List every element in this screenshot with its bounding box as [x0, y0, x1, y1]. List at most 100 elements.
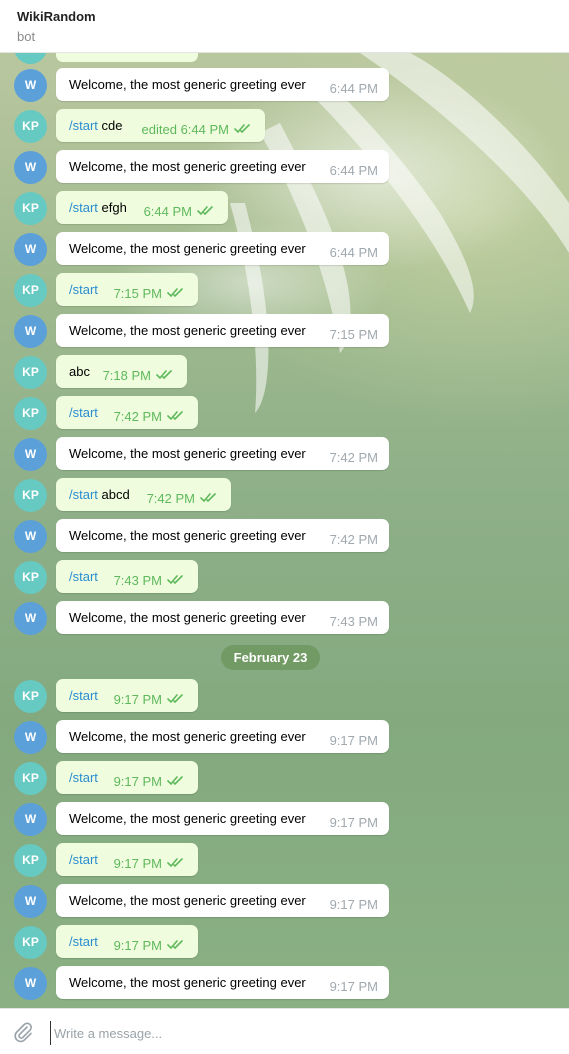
incoming-message: W Welcome, the most generic greeting ever… — [0, 802, 569, 836]
incoming-message: W Welcome, the most generic greeting ever… — [0, 720, 569, 754]
message-bubble[interactable] — [56, 53, 198, 62]
avatar[interactable]: KP — [14, 844, 47, 877]
outgoing-message: KP abc 7:18 PM — [0, 355, 569, 389]
avatar[interactable]: W — [14, 803, 47, 836]
bot-command-link[interactable]: /start — [69, 200, 98, 215]
avatar[interactable]: W — [14, 967, 47, 1000]
avatar[interactable]: W — [14, 885, 47, 918]
message-bubble[interactable]: /start cde edited 6:44 PM — [56, 109, 265, 142]
avatar[interactable]: W — [14, 438, 47, 471]
bot-command-link[interactable]: /start — [69, 405, 98, 420]
incoming-message: W Welcome, the most generic greeting ever… — [0, 314, 569, 348]
avatar[interactable]: KP — [14, 192, 47, 225]
message-bubble[interactable]: /start 7:42 PM — [56, 396, 198, 429]
incoming-message: W Welcome, the most generic greeting ever… — [0, 519, 569, 553]
message-text: /start efgh — [69, 200, 127, 215]
command-argument: cde — [97, 118, 123, 133]
avatar[interactable]: W — [14, 233, 47, 266]
outgoing-message: KP/start 7:42 PM — [0, 396, 569, 430]
avatar[interactable]: KP — [14, 762, 47, 795]
message-time: 9:17 PM — [329, 979, 378, 994]
message-time: 7:18 PM — [102, 368, 151, 383]
message-time: 6:44 PM — [329, 163, 378, 178]
bot-command-link[interactable]: /start — [69, 282, 98, 297]
bot-command-link[interactable]: /start — [69, 852, 98, 867]
message-time: edited 6:44 PM — [141, 122, 229, 137]
message-time: 9:17 PM — [329, 733, 378, 748]
avatar[interactable]: W — [14, 69, 47, 102]
bot-command-link[interactable]: /start — [69, 569, 98, 584]
message-bubble[interactable]: Welcome, the most generic greeting ever 6… — [56, 68, 389, 101]
message-bubble[interactable]: Welcome, the most generic greeting ever 7… — [56, 437, 389, 470]
double-check-icon — [197, 206, 213, 216]
bot-command-link[interactable]: /start — [69, 487, 98, 502]
avatar[interactable]: KP — [14, 479, 47, 512]
message-bubble[interactable]: /start 7:15 PM — [56, 273, 198, 306]
message-bubble[interactable]: Welcome, the most generic greeting ever 7… — [56, 519, 389, 552]
message-bubble[interactable]: Welcome, the most generic greeting ever 9… — [56, 966, 389, 999]
message-text: Welcome, the most generic greeting ever — [69, 610, 306, 625]
message-bubble[interactable]: /start 9:17 PM — [56, 679, 198, 712]
incoming-message: W Welcome, the most generic greeting ever… — [0, 601, 569, 635]
outgoing-message: KP/start 9:17 PM — [0, 843, 569, 877]
avatar[interactable]: KP — [14, 110, 47, 143]
incoming-message: W Welcome, the most generic greeting ever… — [0, 966, 569, 1000]
message-time: 7:15 PM — [113, 286, 162, 301]
bot-command-link[interactable]: /start — [69, 688, 98, 703]
message-text: Welcome, the most generic greeting ever — [69, 446, 306, 461]
command-argument: abcd — [97, 487, 130, 502]
message-bubble[interactable]: /start efgh 6:44 PM — [56, 191, 228, 224]
message-input[interactable] — [50, 1021, 536, 1045]
message-bubble[interactable]: Welcome, the most generic greeting ever 6… — [56, 150, 389, 183]
message-time: 9:17 PM — [113, 692, 162, 707]
message-time: 6:44 PM — [329, 81, 378, 96]
avatar[interactable]: KP — [14, 926, 47, 959]
paperclip-icon[interactable] — [12, 1021, 34, 1043]
message-time: 9:17 PM — [113, 774, 162, 789]
avatar[interactable]: W — [14, 151, 47, 184]
message-bubble[interactable]: Welcome, the most generic greeting ever 9… — [56, 884, 389, 917]
double-check-icon — [167, 776, 183, 786]
bot-command-link[interactable]: /start — [69, 934, 98, 949]
message-text: Welcome, the most generic greeting ever — [69, 159, 306, 174]
outgoing-message: KP/start 9:17 PM — [0, 925, 569, 959]
message-text: /start — [69, 934, 98, 949]
message-text: /start — [69, 852, 98, 867]
avatar[interactable]: KP — [14, 680, 47, 713]
message-bubble[interactable]: Welcome, the most generic greeting ever 7… — [56, 601, 389, 634]
chat-header[interactable]: WikiRandom bot — [0, 0, 569, 53]
message-bubble[interactable]: /start abcd 7:42 PM — [56, 478, 231, 511]
bot-command-link[interactable]: /start — [69, 118, 98, 133]
outgoing-message: KP/start cde edited 6:44 PM — [0, 109, 569, 143]
message-time: 7:15 PM — [329, 327, 378, 342]
double-check-icon — [167, 858, 183, 868]
message-bubble[interactable]: abc 7:18 PM — [56, 355, 187, 388]
avatar[interactable]: KP — [14, 274, 47, 307]
message-bubble[interactable]: /start 9:17 PM — [56, 761, 198, 794]
bot-command-link[interactable]: /start — [69, 770, 98, 785]
message-bubble[interactable]: Welcome, the most generic greeting ever 7… — [56, 314, 389, 347]
avatar[interactable]: W — [14, 520, 47, 553]
avatar[interactable]: W — [14, 315, 47, 348]
command-argument: abc — [69, 364, 90, 379]
message-time: 9:17 PM — [113, 856, 162, 871]
message-bubble[interactable]: Welcome, the most generic greeting ever 9… — [56, 720, 389, 753]
message-time: 9:17 PM — [329, 815, 378, 830]
message-text: Welcome, the most generic greeting ever — [69, 729, 306, 744]
message-bubble[interactable]: /start 7:43 PM — [56, 560, 198, 593]
message-time: 9:17 PM — [329, 897, 378, 912]
message-history[interactable]: W Welcome, the most generic greeting ever… — [0, 53, 569, 1008]
message-bubble[interactable]: Welcome, the most generic greeting ever 6… — [56, 232, 389, 265]
message-bubble[interactable]: /start 9:17 PM — [56, 843, 198, 876]
chat-subtitle: bot — [17, 29, 36, 44]
message-bubble[interactable]: /start 9:17 PM — [56, 925, 198, 958]
message-text: Welcome, the most generic greeting ever — [69, 77, 306, 92]
message-time: 6:44 PM — [329, 245, 378, 260]
avatar[interactable]: KP — [14, 561, 47, 594]
avatar[interactable]: KP — [14, 356, 47, 389]
avatar[interactable]: W — [14, 721, 47, 754]
message-bubble[interactable]: Welcome, the most generic greeting ever 9… — [56, 802, 389, 835]
avatar[interactable]: KP — [14, 397, 47, 430]
avatar[interactable]: W — [14, 602, 47, 635]
message-text: /start — [69, 770, 98, 785]
